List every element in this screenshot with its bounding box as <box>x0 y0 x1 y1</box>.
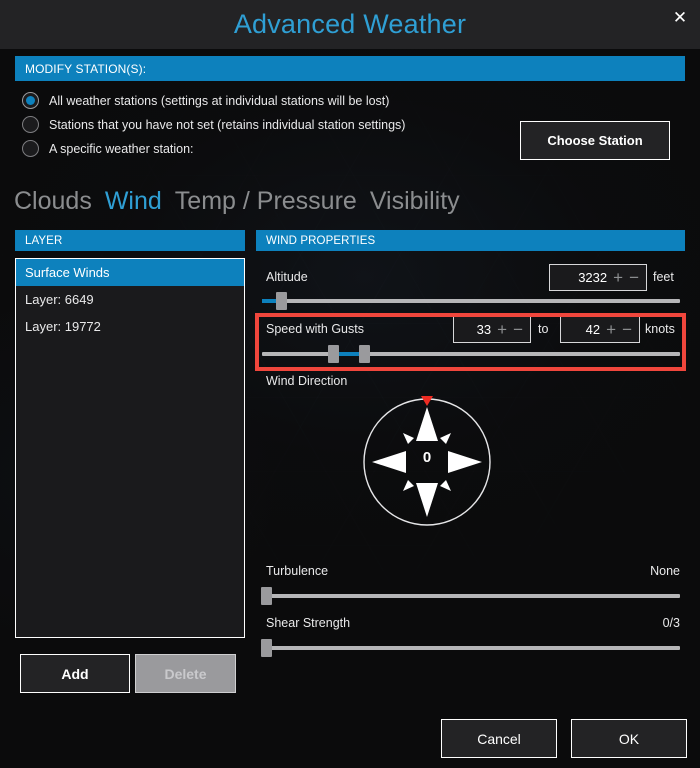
tab-visibility[interactable]: Visibility <box>370 189 460 214</box>
speed-with-gusts-label: Speed with Gusts <box>266 322 364 336</box>
radio-all-weather-stations[interactable]: All weather stations (settings at indivi… <box>22 92 389 109</box>
category-tabs: Clouds Wind Temp / Pressure Visibility <box>14 189 460 214</box>
gust-slider-track[interactable] <box>262 352 680 356</box>
tab-wind[interactable]: Wind <box>105 189 162 214</box>
ok-button[interactable]: OK <box>571 719 687 758</box>
delete-button: Delete <box>135 654 236 693</box>
list-item[interactable]: Surface Winds <box>16 259 244 286</box>
gust-max-increment-icon[interactable]: + <box>606 321 616 338</box>
tab-temp-pressure[interactable]: Temp / Pressure <box>175 189 357 214</box>
radio-indicator-selected <box>22 92 39 109</box>
choose-station-button[interactable]: Choose Station <box>520 121 670 160</box>
list-item[interactable]: Layer: 19772 <box>16 313 244 340</box>
altitude-slider-handle[interactable] <box>276 292 287 310</box>
gust-min-decrement-icon[interactable]: − <box>513 321 523 338</box>
radio-unset-stations[interactable]: Stations that you have not set (retains … <box>22 116 405 133</box>
advanced-weather-dialog: Advanced Weather ✕ MODIFY STATION(S): Al… <box>0 0 700 768</box>
gust-min-value: 33 <box>476 322 492 337</box>
modify-stations-header: MODIFY STATION(S): <box>15 56 685 81</box>
altitude-value: 3232 <box>578 270 608 285</box>
wind-direction-compass[interactable]: 0 <box>362 396 492 528</box>
tab-clouds[interactable]: Clouds <box>14 189 92 214</box>
altitude-increment-icon[interactable]: + <box>613 269 623 286</box>
wind-direction-label: Wind Direction <box>266 374 348 388</box>
compass-arrow-northeast <box>440 433 451 444</box>
turbulence-slider-handle[interactable] <box>261 587 272 605</box>
gust-slider-handle-low[interactable] <box>328 345 339 363</box>
cancel-button[interactable]: Cancel <box>441 719 557 758</box>
title-bar: Advanced Weather ✕ <box>0 0 700 49</box>
altitude-unit: feet <box>653 270 674 284</box>
compass-arrow-southwest <box>403 480 414 491</box>
radio-indicator <box>22 140 39 157</box>
turbulence-value: None <box>650 564 680 578</box>
shear-strength-slider-track[interactable] <box>262 646 680 650</box>
gust-unit: knots <box>645 322 675 336</box>
wind-direction-value: 0 <box>422 449 432 466</box>
layer-list[interactable]: Surface Winds Layer: 6649 Layer: 19772 <box>15 258 245 638</box>
gust-min-increment-icon[interactable]: + <box>497 321 507 338</box>
radio-label: Stations that you have not set (retains … <box>49 117 406 132</box>
shear-strength-value: 0/3 <box>662 616 680 630</box>
gust-slider-handle-high[interactable] <box>359 345 370 363</box>
compass-arrow-northwest <box>403 433 414 444</box>
page-title: Advanced Weather <box>233 9 467 39</box>
radio-label: A specific weather station: <box>49 141 194 156</box>
list-item[interactable]: Layer: 6649 <box>16 286 244 313</box>
gust-max-decrement-icon[interactable]: − <box>622 321 632 338</box>
north-marker-icon <box>421 396 433 406</box>
shear-strength-label: Shear Strength <box>266 616 351 630</box>
gust-range-separator: to <box>538 322 549 336</box>
radio-label: All weather stations (settings at indivi… <box>49 93 390 108</box>
add-button[interactable]: Add <box>20 654 130 693</box>
gust-max-stepper[interactable]: 42 + − <box>560 316 640 343</box>
turbulence-slider-track[interactable] <box>262 594 680 598</box>
shear-strength-slider-handle[interactable] <box>261 639 272 657</box>
layer-panel-header: LAYER <box>15 230 245 251</box>
radio-specific-station[interactable]: A specific weather station: <box>22 140 194 157</box>
radio-indicator <box>22 116 39 133</box>
close-icon[interactable]: ✕ <box>667 4 693 30</box>
wind-properties-header: WIND PROPERTIES <box>256 230 685 251</box>
altitude-slider-track[interactable] <box>262 299 680 303</box>
compass-arrow-southeast <box>440 480 451 491</box>
turbulence-label: Turbulence <box>266 564 329 578</box>
compass-arrow-south <box>416 483 438 517</box>
gust-max-value: 42 <box>585 322 601 337</box>
compass-arrow-north <box>416 407 438 441</box>
altitude-stepper[interactable]: 3232 + − <box>549 264 647 291</box>
gust-min-stepper[interactable]: 33 + − <box>453 316 531 343</box>
altitude-label: Altitude <box>266 270 308 284</box>
altitude-decrement-icon[interactable]: − <box>629 269 639 286</box>
